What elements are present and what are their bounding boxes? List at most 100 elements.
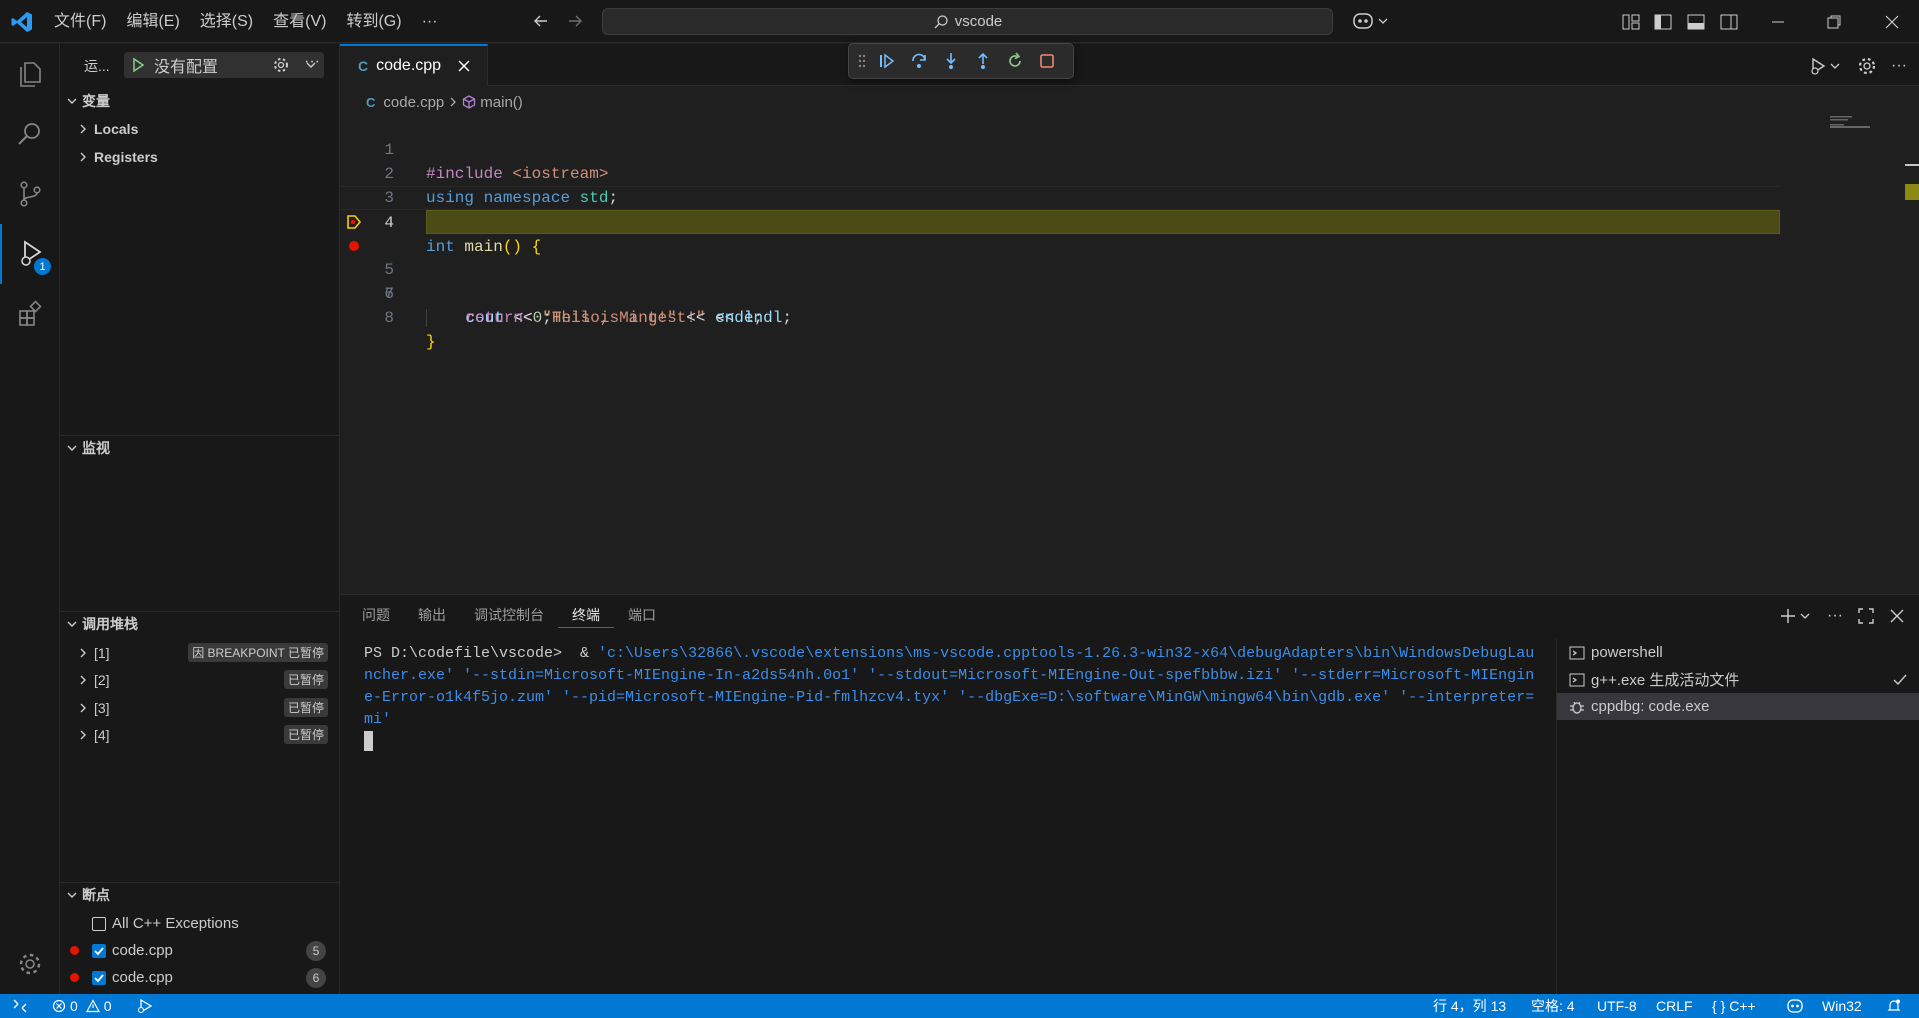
customize-layout-icon[interactable] bbox=[1621, 12, 1641, 32]
more-actions-icon[interactable]: ··· bbox=[1891, 57, 1907, 75]
remote-indicator-icon[interactable] bbox=[12, 994, 28, 1018]
notifications-bell-icon[interactable] bbox=[1886, 994, 1902, 1018]
checkbox-checked[interactable] bbox=[92, 970, 106, 985]
variable-scope-locals[interactable]: Locals bbox=[60, 115, 340, 142]
restore-icon[interactable] bbox=[1824, 12, 1844, 32]
tab-ports[interactable]: 端口 bbox=[614, 595, 670, 635]
checkbox-checked[interactable] bbox=[92, 943, 106, 958]
back-arrow-icon[interactable] bbox=[532, 12, 550, 30]
start-debug-icon[interactable] bbox=[130, 57, 146, 73]
callstack-thread-2[interactable]: [2] 已暂停 bbox=[60, 666, 340, 693]
problems-status[interactable]: 0 0 bbox=[52, 994, 112, 1018]
breakpoint-dot-icon[interactable] bbox=[349, 241, 359, 251]
config-label: 没有配置 bbox=[154, 59, 219, 76]
chevron-down-icon bbox=[66, 95, 78, 107]
minimap[interactable] bbox=[1782, 114, 1902, 592]
tab-terminal[interactable]: 终端 bbox=[558, 602, 614, 628]
terminal-cursor bbox=[364, 731, 373, 752]
callstack-thread-4[interactable]: [4] 已暂停 bbox=[60, 721, 340, 748]
encoding[interactable]: UTF-8 bbox=[1597, 994, 1637, 1018]
source-control-icon[interactable] bbox=[0, 164, 60, 224]
code-editor[interactable]: 1 #include <iostream> 2 using namespace … bbox=[340, 114, 1919, 592]
terminal-item-cppdbg[interactable]: cppdbg: code.exe bbox=[1557, 693, 1919, 720]
step-out-icon[interactable] bbox=[967, 45, 999, 77]
copilot-icon[interactable] bbox=[1351, 10, 1391, 32]
debug-sidebar: 运... 没有配置 ··· 变量 Locals Registers 监视 调用堆… bbox=[60, 44, 340, 994]
maximize-panel-icon[interactable] bbox=[1857, 607, 1875, 625]
drag-handle-icon[interactable] bbox=[853, 45, 871, 77]
callstack-thread-3[interactable]: [3] 已暂停 bbox=[60, 694, 340, 721]
command-center-search[interactable]: vscode bbox=[602, 8, 1333, 35]
chevron-right-icon bbox=[78, 647, 88, 659]
step-over-icon[interactable] bbox=[903, 45, 935, 77]
menu-view[interactable]: 查看(V) bbox=[263, 11, 336, 33]
cpp-file-icon: C bbox=[366, 94, 376, 110]
terminal-item-build[interactable]: g++.exe 生成活动文件 bbox=[1557, 666, 1919, 693]
copilot-status-icon[interactable] bbox=[1786, 994, 1804, 1018]
explorer-icon[interactable] bbox=[0, 44, 60, 104]
tab-problems[interactable]: 问题 bbox=[348, 595, 404, 635]
menu-go[interactable]: 转到(G) bbox=[336, 11, 411, 33]
tab-output[interactable]: 输出 bbox=[404, 595, 460, 635]
toggle-primary-sidebar-icon[interactable] bbox=[1653, 12, 1673, 32]
breakpoint-label: All C++ Exceptions bbox=[112, 915, 239, 932]
debug-status-icon[interactable] bbox=[136, 994, 154, 1018]
menu-file[interactable]: 文件(F) bbox=[44, 11, 116, 33]
indentation[interactable]: 空格: 4 bbox=[1531, 994, 1575, 1018]
step-into-icon[interactable] bbox=[935, 45, 967, 77]
chevron-down-icon bbox=[66, 442, 78, 454]
search-activity-icon[interactable] bbox=[0, 104, 60, 164]
variables-section-header[interactable]: 变量 bbox=[60, 90, 340, 112]
language-mode[interactable]: { } C++ bbox=[1712, 994, 1756, 1018]
stop-icon[interactable] bbox=[1031, 45, 1063, 77]
menu-edit[interactable]: 编辑(E) bbox=[116, 11, 189, 33]
breadcrumb-symbol[interactable]: main() bbox=[480, 94, 523, 111]
cursor-position[interactable]: 行 4，列 13 bbox=[1433, 994, 1506, 1018]
forward-arrow-icon[interactable] bbox=[566, 12, 584, 30]
code-line: 2 using namespace std; bbox=[340, 138, 1780, 207]
open-launch-json-gear-icon[interactable] bbox=[272, 56, 290, 74]
platform[interactable]: Win32 bbox=[1822, 994, 1862, 1018]
callstack-section-header[interactable]: 调用堆栈 bbox=[60, 611, 340, 635]
menu-more[interactable]: ··· bbox=[412, 11, 448, 33]
end-of-line[interactable]: CRLF bbox=[1656, 994, 1693, 1018]
breakpoint-exceptions[interactable]: All C++ Exceptions bbox=[60, 910, 340, 937]
new-terminal-icon[interactable] bbox=[1779, 607, 1813, 625]
run-debug-dropdown-icon[interactable] bbox=[1809, 56, 1843, 76]
breakpoint-item[interactable]: code.cpp 6 bbox=[60, 964, 340, 991]
launch-config-select[interactable]: 没有配置 bbox=[124, 52, 324, 78]
settings-gear-icon[interactable] bbox=[1857, 56, 1877, 76]
restart-icon[interactable] bbox=[999, 45, 1031, 77]
manage-gear-icon[interactable] bbox=[0, 934, 60, 994]
chevron-right-icon bbox=[78, 729, 88, 741]
toggle-panel-icon[interactable] bbox=[1686, 12, 1706, 32]
error-count: 0 bbox=[70, 998, 78, 1014]
close-tab-icon[interactable] bbox=[457, 59, 471, 73]
minimize-icon[interactable] bbox=[1768, 12, 1788, 32]
more-actions-icon[interactable]: ··· bbox=[304, 53, 320, 71]
breakpoint-item[interactable]: code.cpp 5 bbox=[60, 937, 340, 964]
tab-label: code.cpp bbox=[376, 57, 442, 74]
more-actions-icon[interactable]: ··· bbox=[1827, 607, 1843, 625]
extensions-icon[interactable] bbox=[0, 284, 60, 344]
tab-debug-console[interactable]: 调试控制台 bbox=[460, 595, 558, 635]
continue-icon[interactable] bbox=[871, 45, 903, 77]
check-icon bbox=[1892, 672, 1908, 688]
watch-section-header[interactable]: 监视 bbox=[60, 435, 340, 459]
menu-selection[interactable]: 选择(S) bbox=[190, 11, 263, 33]
terminal-icon bbox=[1569, 645, 1585, 661]
close-window-icon[interactable] bbox=[1882, 12, 1902, 32]
callstack-thread-1[interactable]: [1] 因 BREAKPOINT 已暂停 bbox=[60, 639, 340, 666]
terminal-item-powershell[interactable]: powershell bbox=[1557, 639, 1919, 666]
tab-code-cpp[interactable]: C code.cpp bbox=[340, 44, 488, 86]
warning-count: 0 bbox=[103, 998, 112, 1014]
breadcrumb-file[interactable]: code.cpp bbox=[383, 94, 444, 111]
close-panel-icon[interactable] bbox=[1889, 608, 1905, 624]
variable-scope-registers[interactable]: Registers bbox=[60, 143, 340, 170]
callstack-title: 调用堆栈 bbox=[82, 615, 138, 632]
breakpoints-section-header[interactable]: 断点 bbox=[60, 882, 340, 906]
code-line: 7 return 0; bbox=[340, 258, 1780, 327]
run-debug-icon[interactable]: 1 bbox=[0, 224, 60, 284]
toggle-secondary-sidebar-icon[interactable] bbox=[1719, 12, 1739, 32]
checkbox[interactable] bbox=[92, 916, 106, 931]
